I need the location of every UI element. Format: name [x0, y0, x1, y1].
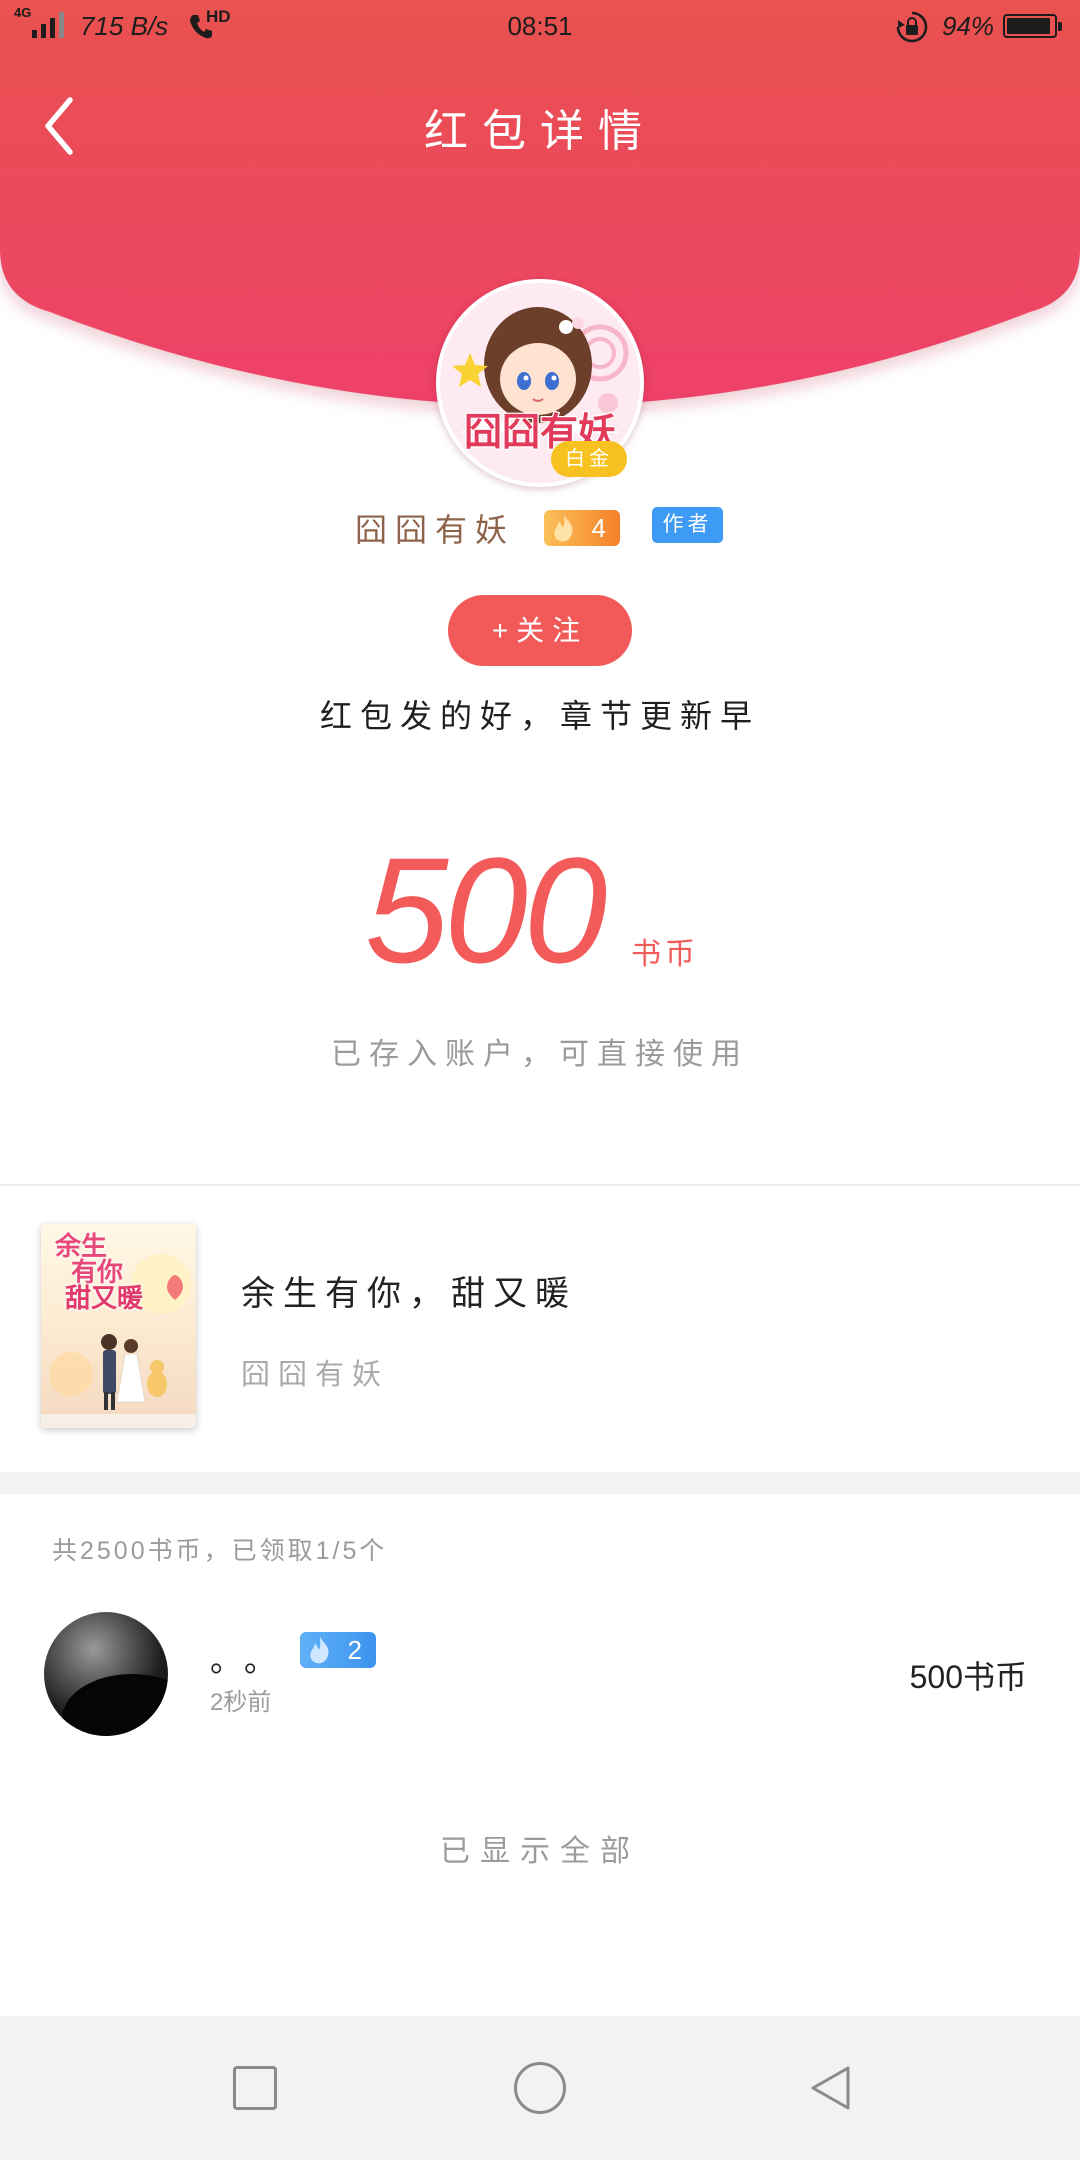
back-icon[interactable] — [806, 2063, 856, 2113]
cover-line-1: 余生 — [55, 1231, 108, 1261]
section-separator — [0, 1472, 1080, 1494]
red-packet-detail-screen: 4G 715 B/s HD 08:51 94% 红包详情 囧囧有妖 白金 囧囧有… — [0, 0, 1080, 2160]
claim-amount: 500书币 — [909, 1659, 1027, 1695]
flame-icon — [554, 514, 573, 542]
battery-level — [1007, 18, 1051, 34]
tier-badge: 白金 — [551, 441, 627, 477]
book-cover: 余生 有你 甜又暖 — [41, 1224, 196, 1428]
claimer-avatar[interactable] — [44, 1612, 168, 1736]
battery-icon — [1003, 14, 1062, 38]
claimer-level-badge: 2 — [300, 1632, 376, 1668]
avatar-shape — [62, 1674, 168, 1736]
battery-nub — [1058, 22, 1062, 31]
list-end-notice: 已显示全部 — [440, 1835, 640, 1868]
level-number: 4 — [591, 513, 606, 543]
claim-time: 2秒前 — [210, 1689, 272, 1716]
claims-summary: 共2500书币，已领取1/5个 — [52, 1537, 388, 1565]
claimer-level-number: 2 — [347, 1635, 362, 1665]
cover-line-3: 甜又暖 — [65, 1283, 144, 1313]
system-nav-bar — [0, 2016, 1080, 2160]
reward-note: 已存入账户，可直接使用 — [331, 1038, 749, 1071]
reward-unit: 书币 — [631, 938, 699, 971]
reward-amount: 500 — [365, 826, 607, 994]
flame-icon — [310, 1636, 329, 1664]
follow-button[interactable]: +关注 — [448, 595, 632, 666]
sender-name: 囧囧有妖 — [355, 512, 516, 548]
rotation-lock-icon — [896, 11, 928, 43]
cover-line-2: 有你 — [71, 1257, 124, 1287]
book-card[interactable]: 余生 有你 甜又暖 余生有你，甜又暖 囧囧有妖 — [0, 1186, 1080, 1472]
book-title: 余生有你，甜又暖 — [241, 1275, 577, 1313]
sender-message: 红包发的好，章节更新早 — [319, 698, 760, 734]
level-badge: 4 — [544, 510, 620, 546]
author-tag: 作者 — [652, 507, 723, 543]
battery-percent: 94% — [942, 11, 995, 41]
home-icon[interactable] — [514, 2062, 566, 2114]
book-author: 囧囧有妖 — [241, 1359, 390, 1391]
claimer-name: 。。 — [210, 1642, 295, 1678]
page-title: 红包详情 — [424, 107, 656, 156]
recent-apps-icon[interactable] — [233, 2066, 277, 2110]
